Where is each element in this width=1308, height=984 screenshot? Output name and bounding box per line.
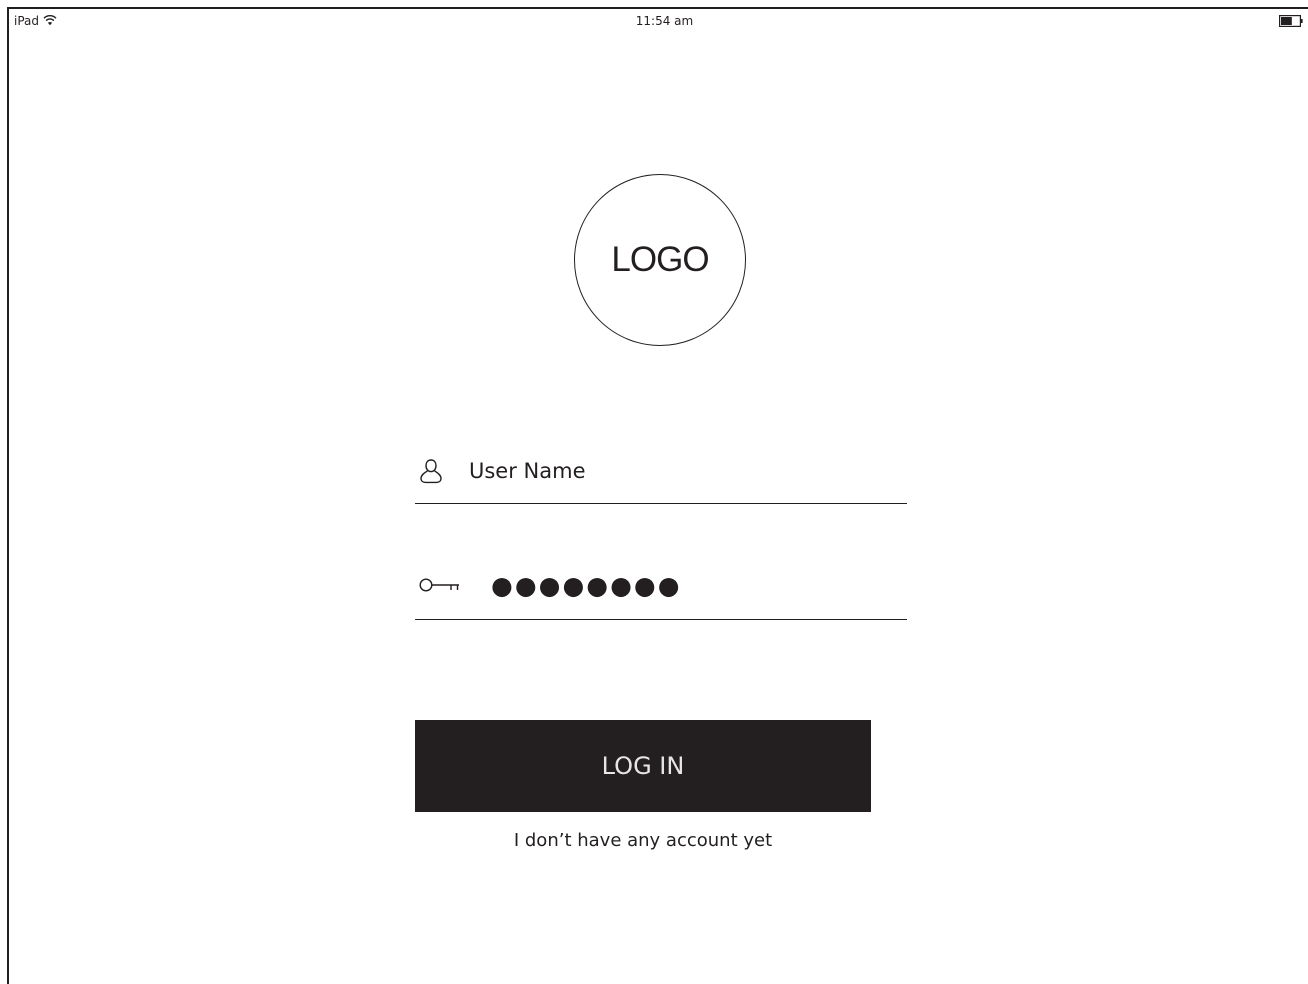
user-icon xyxy=(420,459,442,484)
key-icon xyxy=(419,578,459,592)
username-placeholder: User Name xyxy=(469,459,586,483)
username-field[interactable]: User Name xyxy=(415,452,907,504)
status-time: 11:54 am xyxy=(635,14,694,28)
password-value: ●●●●●●●● xyxy=(491,571,682,600)
logo-text: LOGO xyxy=(611,240,709,279)
device-frame: iPad 11:54 am LOGO User Name ●●●●●●●● LO… xyxy=(7,7,1308,984)
signup-link[interactable]: I don’t have any account yet xyxy=(415,829,871,853)
battery-icon xyxy=(1279,15,1303,27)
logo: LOGO xyxy=(574,174,746,346)
password-field[interactable]: ●●●●●●●● xyxy=(415,564,907,620)
login-button[interactable]: LOG IN xyxy=(415,720,871,812)
status-bar: iPad 11:54 am xyxy=(9,9,1308,35)
